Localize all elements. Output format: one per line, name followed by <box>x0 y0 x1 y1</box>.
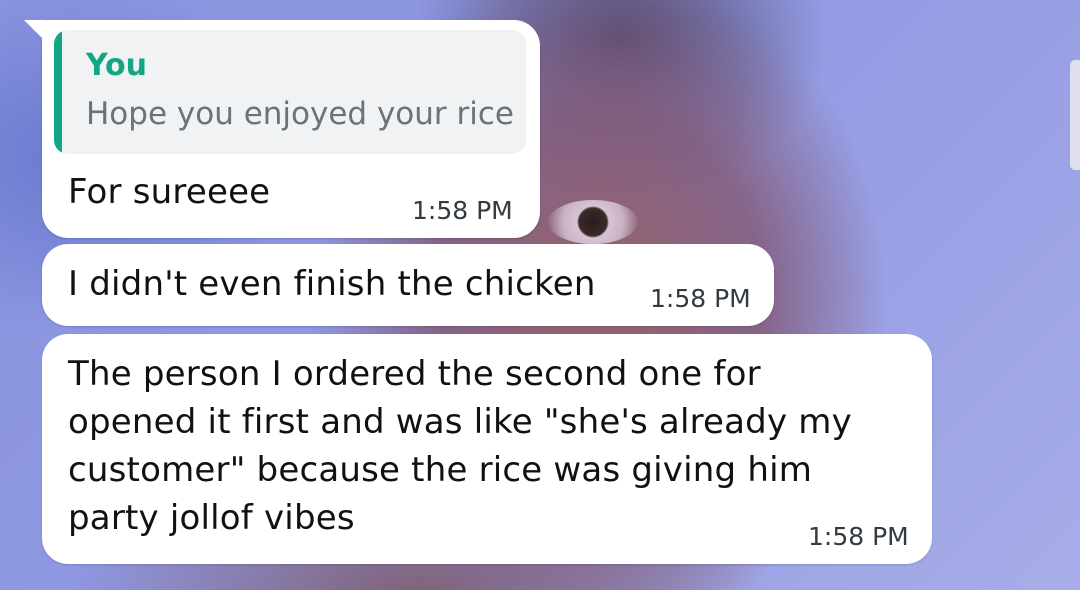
quoted-text: Hope you enjoyed your rice <box>86 96 514 132</box>
message-bubble-2[interactable]: I didn't even finish the chicken 1:58 PM <box>42 244 774 326</box>
quoted-reply[interactable]: You Hope you enjoyed your rice <box>54 30 526 154</box>
message-text: For sureeee <box>68 172 271 212</box>
message-bubble-3[interactable]: The person I ordered the second one for … <box>42 334 932 564</box>
quoted-author: You <box>86 48 147 83</box>
bubble-tail <box>24 20 46 42</box>
message-text: I didn't even finish the chicken <box>68 264 596 304</box>
message-time: 1:58 PM <box>808 522 909 551</box>
message-text: The person I ordered the second one for … <box>68 354 852 538</box>
message-bubble-1[interactable]: You Hope you enjoyed your rice For suree… <box>24 20 540 238</box>
scrollbar-thumb[interactable] <box>1070 60 1080 170</box>
quote-accent-bar <box>54 30 62 154</box>
message-time: 1:58 PM <box>412 196 513 225</box>
message-time: 1:58 PM <box>650 284 751 313</box>
wallpaper-photo-detail <box>548 200 638 244</box>
